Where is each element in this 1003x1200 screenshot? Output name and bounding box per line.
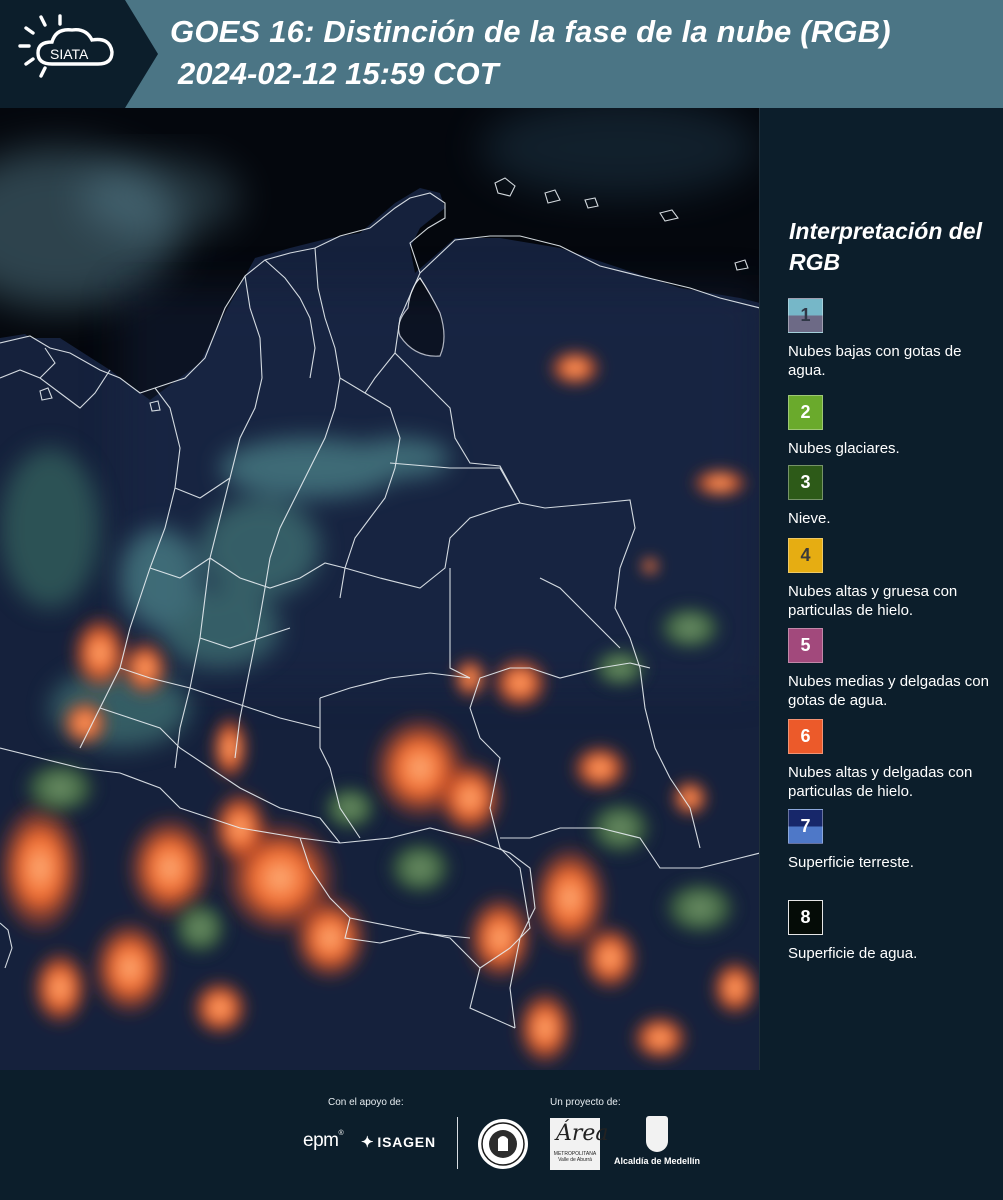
siata-logo-text: SIATA — [50, 46, 89, 62]
legend-swatch-3: 3 — [788, 465, 823, 500]
header-bar: SIATA GOES 16: Distinción de la fase de … — [0, 0, 1003, 108]
legend-label-4: Nubes altas y gruesa con particulas de h… — [788, 583, 958, 619]
legend-swatch-4: 4 — [788, 538, 823, 573]
legend-title: Interpretación del RGB — [789, 218, 982, 275]
legend-label-2: Nubes glaciares. — [788, 440, 900, 457]
legend-item-6: 6 Nubes altas y delgadas con particulas d… — [788, 719, 1000, 801]
legend-label-3: Nieve. — [788, 510, 831, 527]
legend-panel: Interpretación del RGB 1 Nubes bajas con … — [760, 108, 1003, 1070]
epm-logo[interactable]: epm® — [303, 1130, 344, 1152]
area-logo-letter: Área — [556, 1121, 609, 1146]
legend-swatch-8: 8 — [788, 900, 823, 935]
legend-swatch-1: 1 — [788, 298, 823, 333]
cloud-low-water-2 — [80, 158, 240, 238]
map-timestamp: 2024-02-12 15:59 COT — [178, 56, 499, 91]
satellite-map[interactable] — [0, 108, 760, 1070]
isagen-logo[interactable]: ✦ ISAGEN — [361, 1133, 436, 1151]
legend-swatch-7: 7 — [788, 809, 823, 844]
legend-item-3: 3 Nieve. — [788, 465, 1000, 528]
support-label: Con el apoyo de: — [328, 1097, 404, 1108]
project-label: Un proyecto de: — [550, 1097, 621, 1108]
alcaldia-medellin-logo[interactable]: Alcaldía de Medellín — [612, 1116, 702, 1166]
legend-label-7: Superficie terreste. — [788, 854, 914, 871]
legend-label-5: Nubes medias y delgadas con gotas de agu… — [788, 673, 989, 709]
medellin-seal-logo[interactable] — [476, 1117, 530, 1176]
alcaldia-label: Alcaldía de Medellín — [613, 1156, 701, 1166]
siata-logo[interactable]: SIATA — [0, 0, 158, 108]
legend-swatch-6: 6 — [788, 719, 823, 754]
legend-item-2: 2 Nubes glaciares. — [788, 395, 1000, 458]
area-metropolitana-logo[interactable]: Área METROPOLITANA Valle de Aburrá — [550, 1118, 609, 1170]
isagen-logo-text: ISAGEN — [377, 1134, 436, 1150]
medellin-shield-icon — [646, 1116, 668, 1152]
footer: Con el apoyo de: Un proyecto de: epm® ✦ I… — [0, 1070, 1003, 1200]
legend-swatch-5: 5 — [788, 628, 823, 663]
footer-divider — [457, 1117, 458, 1169]
legend-item-1: 1 Nubes bajas con gotas de agua. — [788, 298, 1000, 380]
legend-swatch-2: 2 — [788, 395, 823, 430]
map-title: GOES 16: Distinción de la fase de la nub… — [170, 14, 891, 49]
legend-label-1: Nubes bajas con gotas de agua. — [788, 343, 962, 379]
legend-item-7: 7 Superficie terreste. — [788, 809, 1000, 872]
epm-logo-text: epm — [303, 1130, 339, 1151]
legend-label-8: Superficie de agua. — [788, 945, 918, 962]
legend-item-8: 8 Superficie de agua. — [788, 900, 1000, 963]
area-logo-subtitle: METROPOLITANA Valle de Aburrá — [553, 1151, 597, 1163]
legend-label-6: Nubes altas y delgadas con particulas de… — [788, 764, 973, 800]
legend-item-5: 5 Nubes medias y delgadas con gotas de ag… — [788, 628, 1000, 710]
legend-item-4: 4 Nubes altas y gruesa con particulas de … — [788, 538, 1000, 620]
isagen-star-icon: ✦ — [361, 1134, 375, 1151]
